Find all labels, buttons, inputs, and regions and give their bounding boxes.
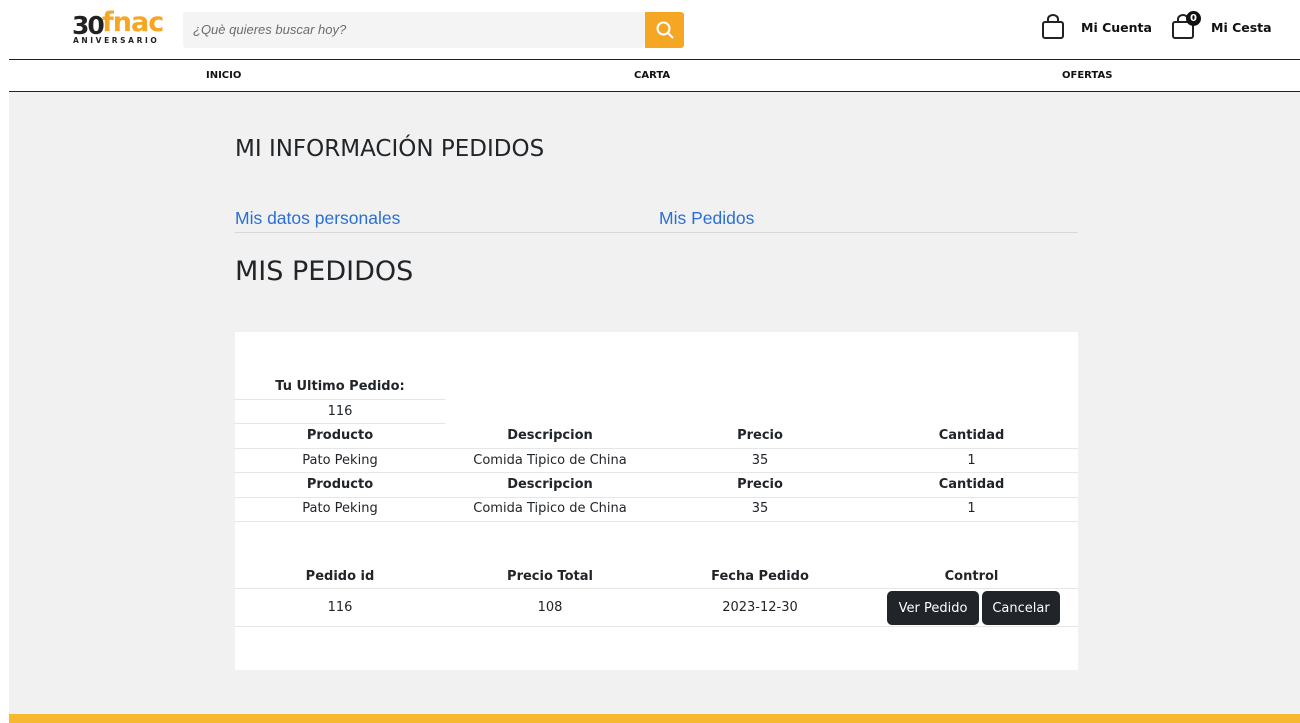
product-name: Pato Peking <box>302 453 378 468</box>
account-label: Mi Cuenta <box>1081 19 1152 35</box>
account-link[interactable]: Mi Cuenta <box>1041 14 1152 40</box>
tab-my-orders[interactable]: Mis Pedidos <box>659 208 754 229</box>
bag-icon <box>1042 14 1064 39</box>
product-quantity: 1 <box>967 501 976 516</box>
account-tabs: Mis datos personales Mis Pedidos <box>235 208 1078 233</box>
header-descripcion: Descripcion <box>507 428 593 443</box>
view-order-button[interactable]: Ver Pedido <box>887 591 979 625</box>
header-cantidad: Cantidad <box>938 428 1005 443</box>
search-button[interactable] <box>645 12 684 48</box>
product-price: 35 <box>751 453 769 468</box>
section-title: MIS PEDIDOS <box>235 256 414 287</box>
cart-label: Mi Cesta <box>1211 19 1272 35</box>
header-cantidad: Cantidad <box>938 477 1005 492</box>
orders-card: Tu Ultimo Pedido: 116 Producto Descripci… <box>235 332 1078 670</box>
divider <box>235 399 445 400</box>
last-order-label: Tu Ultimo Pedido: <box>275 379 405 394</box>
product-description: Comida Tipico de China <box>473 501 627 516</box>
fnac-logo[interactable]: 30 fnac ANIVERSARIO <box>72 7 182 47</box>
product-quantity: 1 <box>967 453 976 468</box>
product-price: 35 <box>751 501 769 516</box>
search-icon <box>656 21 673 39</box>
divider <box>235 448 1078 449</box>
divider <box>235 521 1078 522</box>
nav-item-ofertas[interactable]: OFERTAS <box>1062 70 1112 81</box>
header-pedido-id: Pedido id <box>305 569 375 584</box>
cart-count-badge: 0 <box>1186 11 1201 26</box>
header-precio: Precio <box>737 477 783 492</box>
logo-subtitle: ANIVERSARIO <box>73 36 160 45</box>
header-precio-total: Precio Total <box>507 569 593 584</box>
product-name: Pato Peking <box>302 501 378 516</box>
tab-personal-data[interactable]: Mis datos personales <box>235 208 400 229</box>
divider <box>235 497 1078 498</box>
logo-brand: fnac <box>102 7 164 38</box>
order-date: 2023-12-30 <box>722 600 798 615</box>
header-producto: Producto <box>306 477 374 492</box>
page-title: MI INFORMACIÓN PEDIDOS <box>235 136 545 162</box>
nav-item-inicio[interactable]: INICIO <box>206 70 241 81</box>
order-total-price: 108 <box>537 600 563 615</box>
divider <box>235 423 445 424</box>
divider <box>235 588 1078 589</box>
header-fecha-pedido: Fecha Pedido <box>711 569 809 584</box>
order-id: 116 <box>327 600 353 615</box>
last-order-id: 116 <box>327 404 353 419</box>
search-input[interactable]: ¿Què quieres buscar hoy? <box>183 12 645 48</box>
divider <box>235 626 1078 627</box>
divider <box>235 472 1078 473</box>
header-producto: Producto <box>306 428 374 443</box>
header-control: Control <box>944 569 999 584</box>
product-description: Comida Tipico de China <box>473 453 627 468</box>
nav-item-carta[interactable]: CARTA <box>634 70 670 81</box>
site-header: 30 fnac ANIVERSARIO ¿Què quieres buscar … <box>9 0 1300 60</box>
cart-icon-wrap: 0 <box>1171 11 1201 40</box>
header-descripcion: Descripcion <box>507 477 593 492</box>
main-content: MI INFORMACIÓN PEDIDOS Mis datos persona… <box>9 92 1300 714</box>
cancel-order-button[interactable]: Cancelar <box>982 591 1060 625</box>
cart-link[interactable]: 0 Mi Cesta <box>1171 11 1272 40</box>
main-nav: INICIO CARTA OFERTAS <box>9 60 1300 92</box>
header-precio: Precio <box>737 428 783 443</box>
footer-bar <box>9 714 1300 723</box>
